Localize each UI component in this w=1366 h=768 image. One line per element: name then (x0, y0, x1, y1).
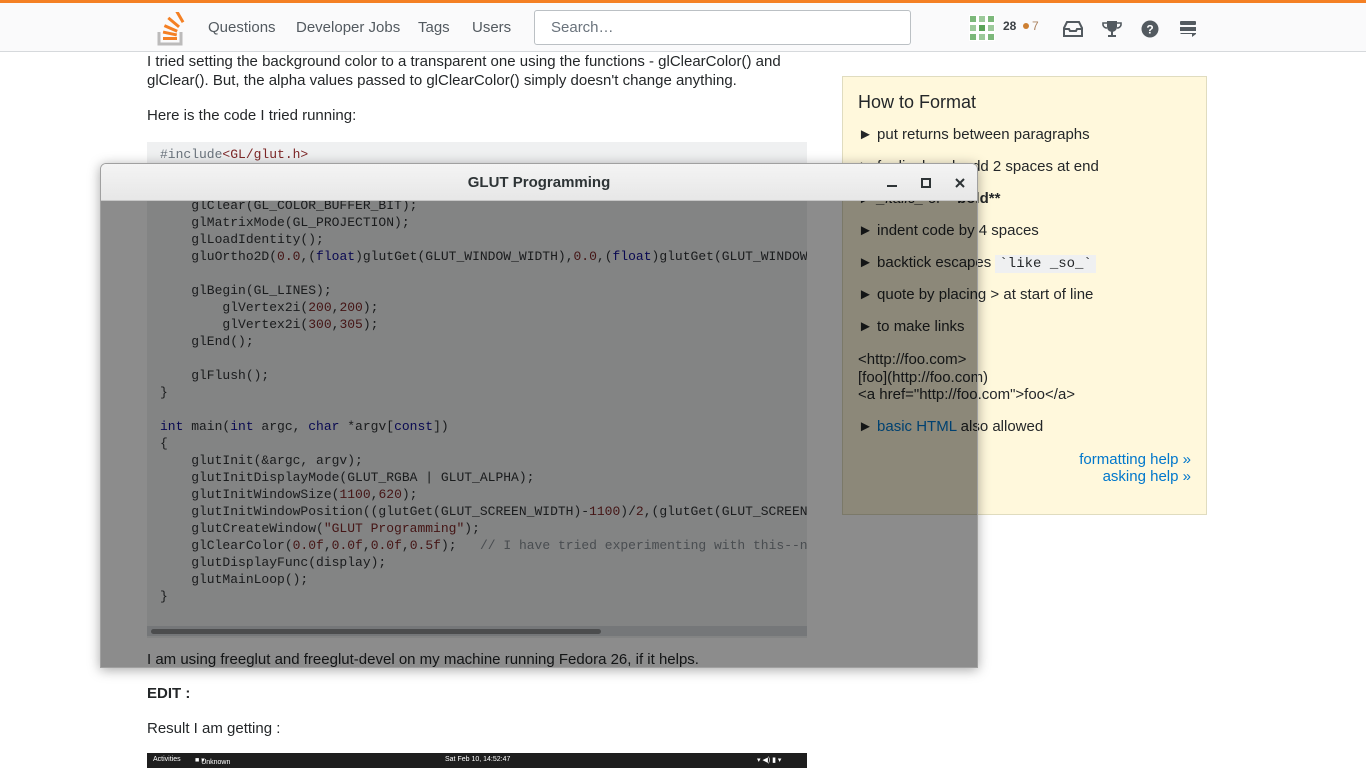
formatting-help-link[interactable]: formatting help » (1079, 451, 1191, 468)
minimize-icon[interactable] (883, 174, 901, 192)
nav-developer-jobs[interactable]: Developer Jobs (296, 3, 400, 52)
maximize-icon[interactable] (917, 174, 935, 192)
screenshot-app-menu: ■ Unknown ▾ (195, 757, 231, 766)
tip-returns: ► put returns between paragraphs (858, 126, 1090, 143)
screenshot-system-icons: ▾ ◀) ▮ ▾ (757, 757, 782, 764)
how-to-format-title: How to Format (858, 92, 977, 112)
result-screenshot: Activities ■ Unknown ▾ Sat Feb 10, 14:52… (147, 753, 807, 768)
asking-help-link[interactable]: asking help » (1103, 468, 1191, 485)
reputation-count[interactable]: 28 (1003, 19, 1016, 33)
nav-questions[interactable]: Questions (208, 3, 276, 52)
bronze-badge-icon (1023, 23, 1029, 29)
code-line-include: #include<GL/glut.h> (160, 147, 309, 162)
nav-tags[interactable]: Tags (418, 3, 450, 52)
screenshot-unknown: Unknown (201, 759, 231, 766)
glut-window[interactable]: GLUT Programming (100, 163, 978, 668)
inbox-icon[interactable] (1062, 19, 1084, 39)
nav-users[interactable]: Users (472, 3, 511, 52)
question-paragraph-4: Result I am getting : (147, 720, 281, 737)
stackexchange-menu-icon[interactable] (1177, 19, 1199, 39)
glut-window-title: GLUT Programming (467, 174, 611, 191)
question-paragraph-2: Here is the code I tried running: (147, 107, 357, 124)
bronze-badge-count[interactable]: 7 (1023, 19, 1039, 33)
achievements-trophy-icon[interactable] (1101, 19, 1123, 39)
stackoverflow-logo-icon[interactable] (157, 12, 187, 46)
tip-backtick-code: `like _so_` (995, 255, 1096, 273)
top-bar: Questions Developer Jobs Tags Users 28 7… (0, 0, 1366, 52)
user-avatar[interactable] (969, 15, 995, 41)
question-paragraph-1: I tried setting the background color to … (147, 53, 781, 89)
screenshot-clock: Sat Feb 10, 14:52:47 (445, 756, 511, 763)
svg-text:?: ? (1146, 23, 1153, 37)
help-icon[interactable]: ? (1139, 19, 1161, 39)
search-input[interactable] (534, 10, 911, 45)
edit-label: EDIT : (147, 685, 191, 702)
close-icon[interactable] (951, 174, 969, 192)
bronze-badge-value: 7 (1032, 19, 1039, 33)
glut-window-titlebar[interactable]: GLUT Programming (101, 164, 977, 201)
screenshot-activities: Activities (153, 756, 181, 763)
glut-window-canvas[interactable] (101, 201, 977, 667)
